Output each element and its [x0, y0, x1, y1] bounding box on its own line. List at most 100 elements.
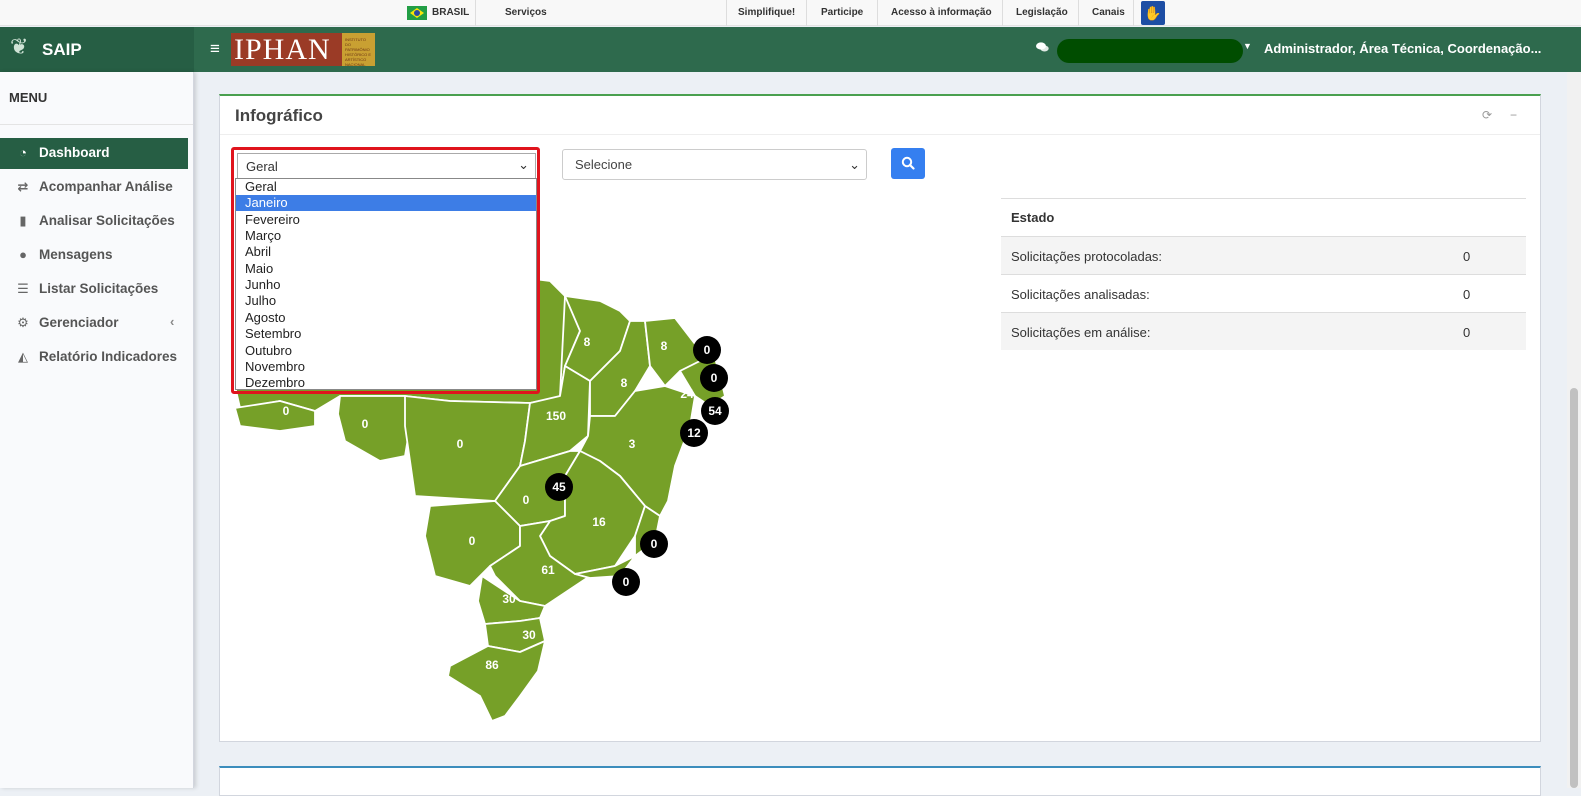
iphan-logo-text: IPHAN: [234, 33, 331, 66]
month-dropdown-list[interactable]: Geral Janeiro Fevereiro Março Abril Maio…: [235, 178, 537, 390]
area-chart-icon: ◭: [18, 349, 28, 364]
month-option[interactable]: Agosto: [236, 310, 536, 326]
map-bubble[interactable]: 0: [640, 530, 668, 558]
month-option[interactable]: Abril: [236, 244, 536, 260]
month-option[interactable]: Março: [236, 228, 536, 244]
sidebar-item-label: Gerenciador: [39, 315, 119, 330]
user-role-label[interactable]: Administrador, Área Técnica, Coordenação…: [1264, 41, 1541, 56]
map-label: 24: [680, 387, 694, 401]
map-label: 30: [522, 628, 536, 642]
map-label: 8: [660, 339, 668, 353]
menu-toggle-icon[interactable]: ≡: [210, 39, 220, 59]
stats-value: 0: [1463, 325, 1471, 340]
govbar-divider: [726, 0, 727, 26]
month-option[interactable]: Outubro: [236, 343, 536, 359]
sidebar-item-label: Relatório Indicadores: [39, 349, 178, 364]
map-bubble[interactable]: 45: [545, 473, 573, 501]
govbar-country-link[interactable]: BRASIL: [432, 0, 469, 26]
leaf-logo-icon: ❦: [10, 34, 29, 59]
stats-table: Estado Solicitações protocoladas: 0 Soli…: [1001, 198, 1526, 350]
dashboard-icon: ◔: [19, 145, 27, 160]
profile-selector[interactable]: [1057, 39, 1243, 63]
map-region-rio-grande-sul: [447, 640, 546, 722]
govbar-services-link[interactable]: Serviços: [505, 0, 547, 26]
map-label: 3: [628, 437, 636, 451]
comments-icon: ●: [19, 247, 27, 262]
map-label: 150: [545, 409, 567, 423]
sidebar-item-relatorio-indicadores[interactable]: ◭ Relatório Indicadores: [0, 342, 188, 373]
menu-divider: [0, 124, 193, 125]
map-label: 16: [592, 515, 606, 529]
iphan-logo: IPHAN INSTITUTO DO PATRIMÔNIO HISTÓRICO …: [231, 33, 375, 67]
app-name: SAIP: [42, 40, 82, 59]
chevron-down-icon: ⌄: [849, 157, 860, 172]
month-option[interactable]: Novembro: [236, 359, 536, 375]
book-icon: ▮: [19, 213, 27, 228]
second-box: [219, 766, 1541, 796]
app-brand[interactable]: ❦ SAIP: [0, 27, 194, 72]
govbar-link-canais[interactable]: Canais: [1092, 0, 1125, 26]
sidebar-item-dashboard[interactable]: ◔ Dashboard: [0, 138, 188, 169]
govbar-link-acesso[interactable]: Acesso à informação: [891, 0, 992, 26]
stats-label: Solicitações protocoladas:: [1011, 249, 1163, 264]
map-label: 0: [468, 534, 476, 548]
stats-value: 0: [1463, 287, 1471, 302]
table-row: Solicitações em análise: 0: [1001, 312, 1526, 350]
govbar-link-simplifique[interactable]: Simplifique!: [738, 0, 795, 26]
map-bubble[interactable]: 0: [700, 364, 728, 392]
govbar-divider: [1078, 0, 1079, 26]
month-option-highlighted[interactable]: Janeiro: [236, 195, 536, 211]
sidebar-item-listar-solicitacoes[interactable]: ☰ Listar Solicitações: [0, 274, 188, 305]
chevron-left-icon: ‹: [170, 314, 175, 329]
stats-value: 0: [1463, 249, 1471, 264]
map-label: 61: [541, 563, 555, 577]
stats-label: Solicitações analisadas:: [1011, 287, 1150, 302]
map-bubble[interactable]: 54: [701, 397, 729, 425]
month-option[interactable]: Dezembro: [236, 375, 536, 391]
govbar-link-participe[interactable]: Participe: [821, 0, 863, 26]
month-option[interactable]: Fevereiro: [236, 212, 536, 228]
month-option[interactable]: Maio: [236, 261, 536, 277]
state-select-value: Selecione: [575, 157, 633, 172]
sidebar-item-mensagens[interactable]: ● Mensagens: [0, 240, 188, 271]
scrollbar-thumb[interactable]: [1570, 388, 1578, 788]
map-label: 86: [485, 658, 499, 672]
stats-header: Estado: [1011, 210, 1055, 225]
map-label: 30: [502, 592, 516, 606]
menu-heading: MENU: [9, 90, 48, 105]
month-option[interactable]: Julho: [236, 293, 536, 309]
map-region-rondonia: [337, 395, 411, 462]
list-icon: ☰: [17, 281, 29, 296]
map-label: 0: [361, 417, 369, 431]
sidebar-item-label: Listar Solicitações: [39, 281, 159, 296]
govbar-divider: [877, 0, 878, 26]
accessibility-icon[interactable]: ✋: [1141, 1, 1165, 25]
state-select[interactable]: Selecione ⌄: [562, 149, 867, 180]
sidebar-item-acompanhar-analise[interactable]: ⇄ Acompanhar Análise: [0, 172, 188, 203]
infografico-box: Infográfico ⟳ − 8 8 8 150 0 0 0 3 24 0 1…: [219, 94, 1541, 742]
government-bar: BRASIL Serviços Simplifique! Participe A…: [0, 0, 1581, 26]
month-option[interactable]: Junho: [236, 277, 536, 293]
govbar-link-legislacao[interactable]: Legislação: [1016, 0, 1068, 26]
map-label: 8: [583, 335, 591, 349]
chat-icon[interactable]: [1036, 42, 1049, 56]
table-row: Solicitações protocoladas: 0: [1001, 236, 1526, 274]
stats-label: Solicitações em análise:: [1011, 325, 1151, 340]
map-bubble[interactable]: 0: [693, 336, 721, 364]
map-label: 0: [522, 493, 530, 507]
sidebar-item-gerenciador[interactable]: ⚙ Gerenciador ‹: [0, 308, 188, 339]
govbar-divider: [1002, 0, 1003, 26]
sidebar-item-analisar-solicitacoes[interactable]: ▮ Analisar Solicitações: [0, 206, 188, 237]
map-bubble[interactable]: 12: [680, 419, 708, 447]
month-option[interactable]: Setembro: [236, 326, 536, 342]
search-icon: [901, 156, 915, 170]
page-scrollbar[interactable]: [1567, 72, 1581, 788]
sidebar-item-label: Analisar Solicitações: [39, 213, 175, 228]
map-label: 0: [456, 437, 464, 451]
map-bubble[interactable]: 0: [612, 568, 640, 596]
caret-down-icon[interactable]: ▼: [1243, 41, 1252, 51]
gears-icon: ⚙: [17, 315, 29, 330]
search-button[interactable]: [891, 148, 925, 179]
month-option[interactable]: Geral: [236, 179, 536, 195]
stats-header-row: Estado: [1001, 198, 1526, 236]
